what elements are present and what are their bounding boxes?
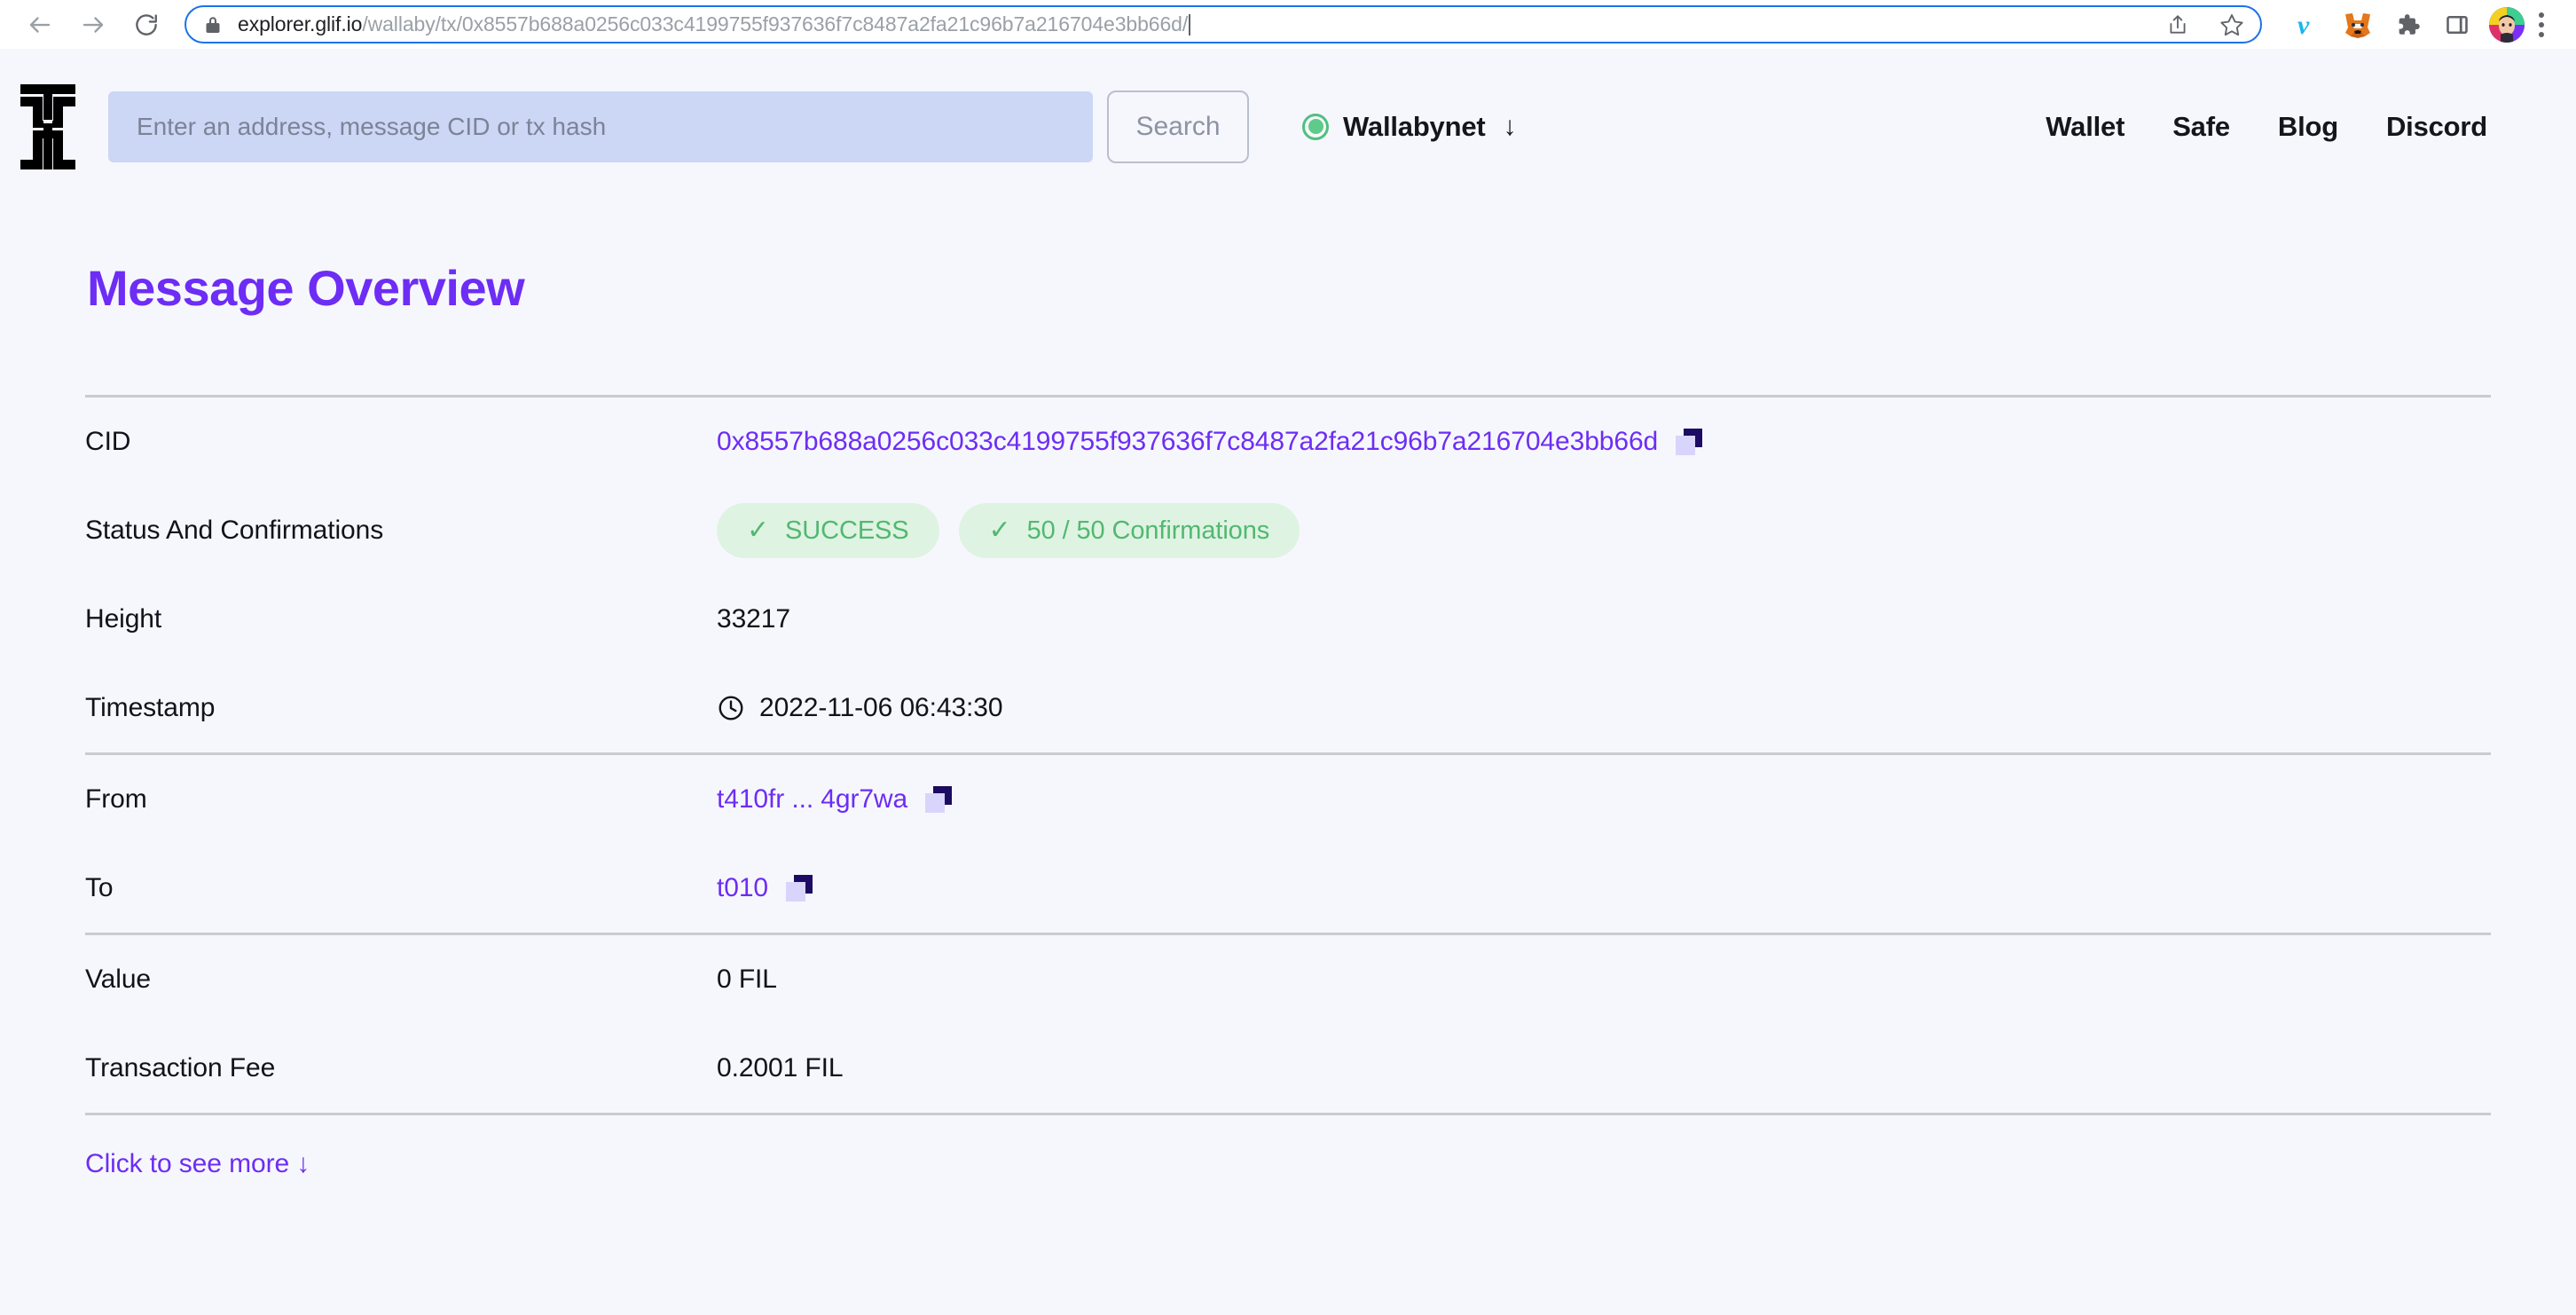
row-value: ✓ SUCCESS ✓ 50 / 50 Confirmations xyxy=(717,503,1300,558)
text-caret xyxy=(1189,14,1190,35)
vimeo-icon[interactable]: v xyxy=(2283,5,2333,44)
row-label: CID xyxy=(85,427,131,456)
side-panel-icon[interactable] xyxy=(2432,5,2482,44)
check-icon: ✓ xyxy=(988,516,1011,545)
row-value: 0 FIL xyxy=(717,965,777,994)
see-more-link[interactable]: Click to see more ↓ xyxy=(85,1149,310,1179)
row-label: From xyxy=(85,784,147,814)
nav-link-discord[interactable]: Discord xyxy=(2386,111,2487,143)
nav-link-wallet[interactable]: Wallet xyxy=(2046,111,2124,143)
omnibox-actions xyxy=(2166,7,2244,42)
forward-icon[interactable] xyxy=(78,10,108,40)
divider xyxy=(85,1113,2491,1115)
row-value: 0.2001 FIL xyxy=(717,1053,844,1083)
browser-nav-buttons xyxy=(20,10,161,40)
row-label: Timestamp xyxy=(85,693,216,722)
chevron-down-icon: ↓ xyxy=(1503,111,1517,141)
clock-icon xyxy=(717,694,745,722)
status-badge-confirmations: ✓ 50 / 50 Confirmations xyxy=(958,503,1300,558)
overview-group-parties: From t410fr ... 4gr7wa To t010 xyxy=(85,755,2491,933)
reload-icon[interactable] xyxy=(131,10,161,40)
search-input[interactable] xyxy=(108,91,1093,162)
search-group: Search xyxy=(108,90,1249,163)
row-label: To xyxy=(85,873,114,902)
glif-logo[interactable] xyxy=(4,83,92,169)
svg-text:v: v xyxy=(2297,11,2310,40)
row-transaction-fee: Transaction Fee 0.2001 FIL xyxy=(85,1024,2491,1113)
row-timestamp: Timestamp 2022-11-06 06:43:30 xyxy=(85,664,2491,752)
row-value: t010 xyxy=(717,873,813,903)
nav-link-safe[interactable]: Safe xyxy=(2172,111,2230,143)
row-label: Status And Confirmations xyxy=(85,516,384,545)
copy-icon[interactable] xyxy=(786,875,813,902)
row-height: Height 33217 xyxy=(85,575,2491,664)
row-value: 0x8557b688a0256c033c4199755f937636f7c848… xyxy=(717,427,1703,457)
avatar[interactable] xyxy=(2482,5,2532,44)
status-badges: ✓ SUCCESS ✓ 50 / 50 Confirmations xyxy=(717,503,1300,558)
copy-icon[interactable] xyxy=(925,786,953,813)
status-badge-label: SUCCESS xyxy=(785,516,909,545)
overview-group-primary: CID 0x8557b688a0256c033c4199755f937636f7… xyxy=(85,398,2491,752)
nav-link-blog[interactable]: Blog xyxy=(2278,111,2338,143)
url-text: explorer.glif.io/wallaby/tx/0x8557b688a0… xyxy=(238,12,1190,36)
cid-link[interactable]: 0x8557b688a0256c033c4199755f937636f7c848… xyxy=(717,427,1658,457)
row-label: Height xyxy=(85,604,162,634)
row-cid: CID 0x8557b688a0256c033c4199755f937636f7… xyxy=(85,398,2491,486)
copy-icon[interactable] xyxy=(1676,429,1703,455)
puzzle-extensions-icon[interactable] xyxy=(2383,5,2432,44)
network-selector[interactable]: Wallabynet ↓ xyxy=(1302,111,1517,143)
page-title: Message Overview xyxy=(87,260,525,316)
row-label: Transaction Fee xyxy=(85,1053,276,1083)
share-icon[interactable] xyxy=(2166,13,2189,36)
row-label: Value xyxy=(85,965,152,994)
url-path: /wallaby/tx/0x8557b688a0256c033c4199755f… xyxy=(362,12,1189,35)
row-value: t410fr ... 4gr7wa xyxy=(717,784,953,815)
search-button[interactable]: Search xyxy=(1107,90,1249,163)
status-badge-success: ✓ SUCCESS xyxy=(717,503,939,558)
row-status-and-confirmations: Status And Confirmations ✓ SUCCESS ✓ 50 … xyxy=(85,486,2491,575)
site-header: Search Wallabynet ↓ Wallet Safe Blog Dis… xyxy=(0,49,2576,204)
url-host: explorer.glif.io xyxy=(238,12,363,35)
bookmark-star-icon[interactable] xyxy=(2219,12,2244,37)
overview-group-amounts: Value 0 FIL Transaction Fee 0.2001 FIL xyxy=(85,935,2491,1113)
address-bar[interactable]: explorer.glif.io/wallaby/tx/0x8557b688a0… xyxy=(185,5,2262,43)
row-to: To t010 xyxy=(85,844,2491,933)
back-icon[interactable] xyxy=(25,10,55,40)
from-address-link[interactable]: t410fr ... 4gr7wa xyxy=(717,784,907,815)
check-icon: ✓ xyxy=(747,516,770,545)
lock-icon xyxy=(204,15,222,35)
network-status-indicator xyxy=(1302,113,1329,140)
row-value: 33217 xyxy=(717,604,790,634)
browser-menu-icon[interactable] xyxy=(2532,12,2556,37)
status-badge-label: 50 / 50 Confirmations xyxy=(1026,516,1270,545)
row-value-amount: Value 0 FIL xyxy=(85,935,2491,1024)
network-name: Wallabynet xyxy=(1343,110,1486,142)
to-address-link[interactable]: t010 xyxy=(717,873,768,903)
metamask-fox-icon[interactable] xyxy=(2333,5,2383,44)
header-nav: Wallet Safe Blog Discord xyxy=(2046,111,2487,143)
row-from: From t410fr ... 4gr7wa xyxy=(85,755,2491,844)
page-content: Message Overview CID 0x8557b688a0256c033… xyxy=(0,259,2576,1179)
browser-toolbar: explorer.glif.io/wallaby/tx/0x8557b688a0… xyxy=(0,0,2576,49)
browser-extensions: v xyxy=(2267,5,2556,44)
timestamp-text: 2022-11-06 06:43:30 xyxy=(759,693,1003,722)
row-value: 2022-11-06 06:43:30 xyxy=(717,693,1003,723)
